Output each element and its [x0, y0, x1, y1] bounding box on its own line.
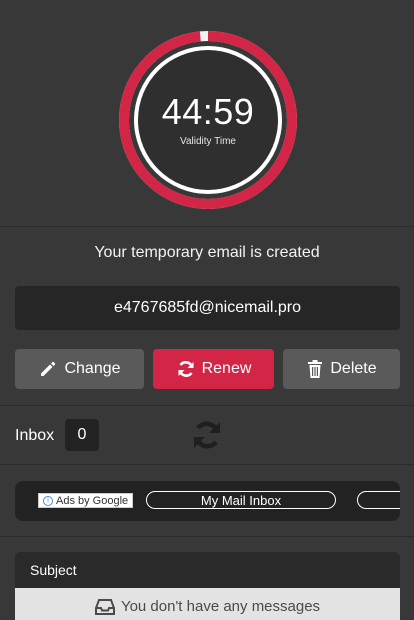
empty-inbox-row: You don't have any messages: [15, 588, 400, 620]
ads-by-google-badge[interactable]: i Ads by Google: [38, 493, 134, 508]
change-button-label: Change: [64, 360, 121, 377]
delete-button[interactable]: Delete: [283, 349, 400, 389]
trash-icon: [308, 360, 323, 378]
ad-link-partial[interactable]: [357, 491, 400, 509]
messages-table: Subject You don't have any messages: [15, 552, 400, 620]
subject-column-header: Subject: [15, 552, 400, 588]
divider: [0, 464, 414, 465]
inbox-label: Inbox: [15, 427, 55, 444]
renew-button-label: Renew: [201, 360, 252, 377]
timer-display: 44:59 Validity Time: [118, 30, 298, 210]
email-created-message: Your temporary email is created: [94, 244, 320, 261]
email-address-text: e4767685fd@nicemail.pro: [113, 299, 302, 316]
pencil-icon: [41, 361, 56, 376]
timer-label: Validity Time: [180, 135, 236, 147]
divider: [0, 405, 414, 406]
timer-value: 44:59: [161, 90, 255, 132]
divider: [0, 226, 414, 227]
renew-button[interactable]: Renew: [153, 349, 274, 389]
refresh-icon: [178, 361, 194, 377]
ad-link-label: My Mail Inbox: [200, 492, 282, 508]
temporary-email-address[interactable]: e4767685fd@nicemail.pro: [15, 286, 400, 330]
ad-banner: i Ads by Google My Mail Inbox: [15, 481, 400, 521]
ads-by-google-label: Ads by Google: [56, 494, 129, 507]
inbox-tray-icon: [94, 599, 115, 615]
inbox-count-badge: 0: [65, 419, 99, 451]
divider: [0, 536, 414, 537]
change-button[interactable]: Change: [15, 349, 144, 389]
info-icon: i: [43, 495, 53, 506]
timer-section: 44:59 Validity Time: [0, 0, 414, 226]
delete-button-label: Delete: [330, 360, 377, 377]
ad-link-my-mail-inbox[interactable]: My Mail Inbox: [146, 491, 336, 509]
empty-inbox-message: You don't have any messages: [120, 598, 321, 615]
inbox-refresh-icon[interactable]: [190, 418, 224, 452]
